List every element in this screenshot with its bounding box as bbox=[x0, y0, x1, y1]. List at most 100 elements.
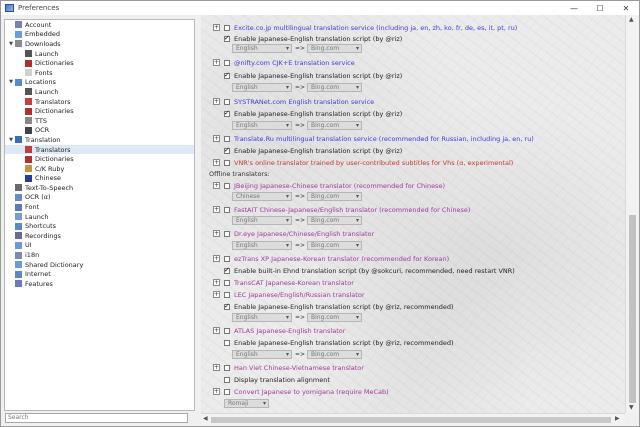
translator-engine-select[interactable]: Bing.com bbox=[307, 44, 362, 53]
sidebar-item[interactable]: Launch bbox=[5, 212, 194, 222]
enable-checkbox[interactable] bbox=[224, 388, 230, 395]
source-language-select[interactable]: English bbox=[232, 44, 292, 53]
item-icon bbox=[15, 40, 22, 48]
minimize-button[interactable]: — bbox=[561, 1, 587, 15]
sidebar-item-label: Fonts bbox=[35, 68, 53, 77]
expand-plus-icon[interactable]: + bbox=[213, 364, 220, 371]
expand-arrow-icon[interactable]: ▼ bbox=[7, 41, 15, 47]
expand-plus-icon[interactable]: + bbox=[213, 291, 220, 298]
enable-checkbox[interactable] bbox=[224, 339, 230, 346]
expand-plus-icon[interactable]: + bbox=[213, 388, 220, 395]
enable-checkbox[interactable] bbox=[224, 376, 230, 383]
enable-checkbox[interactable] bbox=[224, 98, 230, 105]
search-input[interactable]: Search bbox=[5, 413, 188, 423]
scroll-left-icon[interactable]: ◀ bbox=[203, 415, 208, 422]
enable-checkbox[interactable] bbox=[224, 291, 230, 298]
expand-plus-icon[interactable]: + bbox=[213, 255, 220, 262]
enable-checkbox[interactable] bbox=[224, 206, 230, 213]
enable-checkbox[interactable] bbox=[224, 24, 230, 31]
enable-checkbox[interactable] bbox=[224, 327, 230, 334]
translator-engine-select[interactable]: Bing.com bbox=[307, 83, 362, 92]
expand-plus-icon[interactable]: + bbox=[213, 182, 220, 189]
enable-checkbox[interactable] bbox=[224, 279, 230, 286]
sidebar-item[interactable]: Embedded bbox=[5, 30, 194, 40]
expand-arrow-icon[interactable]: ▼ bbox=[7, 137, 15, 143]
close-button[interactable]: ✕ bbox=[613, 1, 639, 15]
sidebar-item[interactable]: Translators bbox=[5, 97, 194, 107]
sidebar-item[interactable]: Dictionaries bbox=[5, 106, 194, 116]
enable-checkbox[interactable] bbox=[224, 146, 230, 154]
source-language-select[interactable]: English bbox=[232, 350, 292, 359]
sidebar-item[interactable]: Text-To-Speech bbox=[5, 183, 194, 193]
sidebar-item[interactable]: Shared Dictionary bbox=[5, 260, 194, 270]
expand-plus-icon[interactable]: + bbox=[213, 327, 220, 334]
source-language-select[interactable]: English bbox=[232, 83, 292, 92]
sidebar-item[interactable]: Dictionaries bbox=[5, 154, 194, 164]
sidebar-item[interactable]: Account bbox=[5, 20, 194, 30]
enable-checkbox[interactable] bbox=[224, 59, 230, 66]
scroll-right-icon[interactable]: ▶ bbox=[615, 415, 620, 422]
enable-checkbox[interactable] bbox=[224, 159, 230, 166]
enable-checkbox[interactable] bbox=[224, 302, 230, 310]
expand-plus-icon[interactable]: + bbox=[213, 98, 220, 105]
scroll-down-icon[interactable]: ▼ bbox=[629, 404, 634, 411]
sidebar-item[interactable]: Fonts bbox=[5, 68, 194, 78]
expand-arrow-icon[interactable]: ▼ bbox=[7, 79, 15, 85]
sidebar-item[interactable]: OCR bbox=[5, 126, 194, 136]
enable-checkbox[interactable] bbox=[224, 109, 230, 117]
sidebar-item[interactable]: OCR (α) bbox=[5, 193, 194, 203]
sidebar-item[interactable]: Internet bbox=[5, 269, 194, 279]
expand-plus-icon[interactable]: + bbox=[213, 24, 220, 31]
source-language-select[interactable]: English bbox=[232, 121, 292, 130]
translator-engine-select[interactable]: Bing.com bbox=[307, 241, 362, 250]
source-language-select[interactable]: English bbox=[232, 216, 292, 225]
sidebar-item[interactable]: Launch bbox=[5, 87, 194, 97]
sidebar-item[interactable]: Shortcuts bbox=[5, 221, 194, 231]
sidebar-item[interactable]: Launch bbox=[5, 49, 194, 59]
scroll-up-icon[interactable]: ▲ bbox=[629, 16, 634, 23]
sidebar-item[interactable]: Font bbox=[5, 202, 194, 212]
item-icon bbox=[15, 21, 22, 29]
yomigana-type-select[interactable]: Romaji bbox=[224, 399, 269, 408]
maximize-button[interactable]: ☐ bbox=[587, 1, 613, 15]
enable-checkbox[interactable] bbox=[224, 135, 230, 142]
translator-engine-select[interactable]: Bing.com bbox=[307, 121, 362, 130]
horizontal-scroll-thumb[interactable] bbox=[211, 417, 611, 423]
translator-engine-select[interactable]: Bing.com bbox=[307, 350, 362, 359]
vertical-scrollbar[interactable]: ▲ ▼ bbox=[625, 15, 639, 413]
enable-checkbox[interactable] bbox=[224, 364, 230, 371]
sidebar-item[interactable]: Features bbox=[5, 279, 194, 289]
expand-plus-icon[interactable]: + bbox=[213, 59, 220, 66]
sidebar-item[interactable]: Recordings bbox=[5, 231, 194, 241]
expand-plus-icon[interactable]: + bbox=[213, 206, 220, 213]
sidebar-item[interactable]: ▼ Locations bbox=[5, 78, 194, 88]
expand-plus-icon[interactable]: + bbox=[213, 135, 220, 142]
enable-checkbox[interactable] bbox=[224, 34, 230, 42]
translator-engine-select[interactable]: Bing.com bbox=[307, 216, 362, 225]
sidebar-item[interactable]: i18n bbox=[5, 250, 194, 260]
source-language-select[interactable]: English bbox=[232, 241, 292, 250]
enable-checkbox[interactable] bbox=[224, 71, 230, 79]
vertical-scroll-thumb[interactable] bbox=[629, 215, 636, 403]
source-language-select[interactable]: Chinese bbox=[232, 192, 292, 201]
sidebar-item[interactable]: Translators bbox=[5, 144, 194, 155]
enable-checkbox[interactable] bbox=[224, 182, 230, 189]
sidebar-item[interactable]: ▼ Translation bbox=[5, 135, 194, 145]
sidebar-item[interactable]: Dictionaries bbox=[5, 58, 194, 68]
sidebar-item[interactable]: TTS bbox=[5, 116, 194, 126]
preferences-tree[interactable]: Account Embedded ▼ Downloads Launch Dictionar… bbox=[4, 19, 195, 411]
sidebar-item[interactable]: ▼ Downloads bbox=[5, 39, 194, 49]
horizontal-scrollbar[interactable]: ◀ ▶ bbox=[201, 413, 625, 425]
sidebar-item[interactable]: UI bbox=[5, 241, 194, 251]
enable-checkbox[interactable] bbox=[224, 255, 230, 262]
sidebar-item[interactable]: C/K Ruby bbox=[5, 164, 194, 174]
expand-plus-icon[interactable]: + bbox=[213, 159, 220, 166]
expand-plus-icon[interactable]: + bbox=[213, 230, 220, 237]
translator-engine-select[interactable]: Bing.com bbox=[307, 313, 362, 322]
source-language-select[interactable]: English bbox=[232, 313, 292, 322]
enable-checkbox[interactable] bbox=[224, 266, 230, 274]
sidebar-item[interactable]: Chinese bbox=[5, 174, 194, 184]
expand-plus-icon[interactable]: + bbox=[213, 279, 220, 286]
translator-engine-select[interactable]: Bing.com bbox=[307, 192, 362, 201]
enable-checkbox[interactable] bbox=[224, 230, 230, 237]
